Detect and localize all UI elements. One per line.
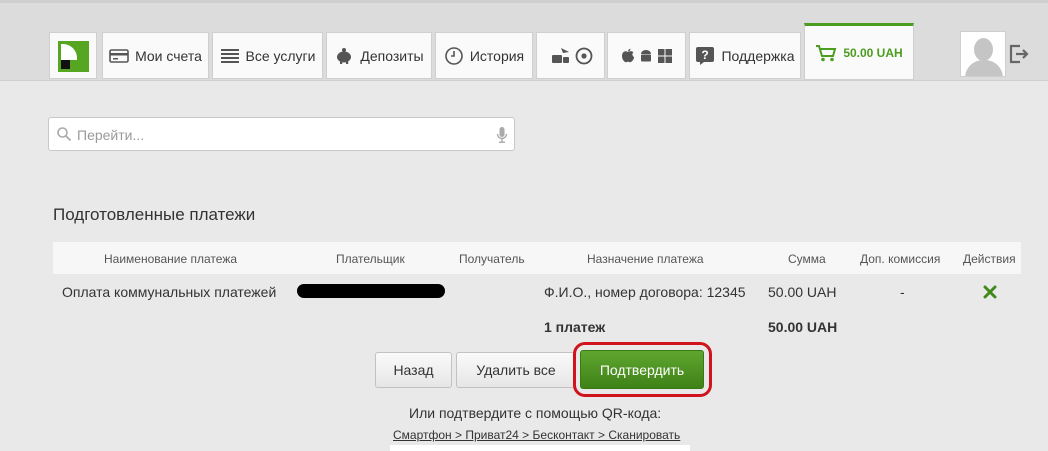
bottom-white-strip <box>390 445 690 451</box>
tab-all-services-label: Все услуги <box>245 47 316 64</box>
tab-travel[interactable] <box>536 32 605 79</box>
apple-icon <box>621 48 635 64</box>
payment-name-cell: Оплата коммунальных платежей <box>62 284 277 300</box>
list-icon <box>220 48 240 64</box>
tab-my-accounts[interactable]: Мои счета <box>102 32 209 79</box>
page-title: Подготовленные платежи <box>53 205 256 224</box>
search-input[interactable] <box>75 124 479 146</box>
top-navigation-bar: Мои счета Все услуги Депозиты История ? … <box>0 0 1048 81</box>
search-box[interactable] <box>48 117 515 151</box>
history-icon <box>444 46 464 66</box>
back-button[interactable]: Назад <box>375 352 452 388</box>
piggy-bank-icon <box>334 47 354 65</box>
help-question-icon: ? <box>695 46 715 66</box>
credit-card-icon <box>109 48 129 63</box>
search-icon <box>56 126 72 147</box>
football-icon <box>575 47 593 65</box>
android-icon <box>639 48 653 64</box>
column-header-payer: Плательщик <box>336 252 405 266</box>
column-header-payment-name: Наименование платежа <box>104 252 238 266</box>
top-border-line <box>0 0 1048 3</box>
delete-all-button[interactable]: Удалить все <box>456 352 576 388</box>
tab-mobile-apps[interactable] <box>607 32 686 79</box>
total-amount: 50.00 UAH <box>768 319 838 335</box>
delete-x-icon[interactable] <box>983 285 997 304</box>
avatar-head <box>974 38 993 61</box>
tab-history[interactable]: История <box>435 32 533 79</box>
table-header: Наименование платежа Плательщик Получате… <box>53 242 1021 274</box>
column-header-recipient: Получатель <box>459 252 525 266</box>
privatbank-logo[interactable] <box>49 32 97 79</box>
commission-cell: - <box>900 284 905 300</box>
highlight-circle-annotation <box>573 342 712 397</box>
column-header-commission: Доп. комиссия <box>860 252 941 266</box>
tab-support[interactable]: ? Поддержка <box>689 32 801 79</box>
payment-purpose-cell: Ф.И.О., номер договора: 12345 <box>544 284 746 300</box>
shopping-cart-icon <box>815 44 837 62</box>
tab-support-label: Поддержка <box>721 47 795 64</box>
payment-amount-cell: 50.00 UAH <box>768 284 837 300</box>
tab-history-label: История <box>469 47 525 64</box>
column-header-purpose: Назначение платежа <box>587 252 704 266</box>
cart-amount: 50.00 UAH <box>843 45 903 60</box>
logout-icon[interactable] <box>1008 43 1030 65</box>
total-count: 1 платеж <box>544 319 606 335</box>
redacted-payer-cell <box>297 284 445 298</box>
tab-all-services[interactable]: Все услуги <box>212 32 323 79</box>
qr-instruction-text: Или подтвердите с помощью QR-кода: <box>409 405 662 421</box>
avatar-body <box>965 60 1003 76</box>
tab-deposits-label: Депозиты <box>360 47 424 64</box>
svg-text:?: ? <box>702 48 709 62</box>
user-avatar[interactable] <box>960 31 1006 77</box>
qr-steps-link[interactable]: Смартфон > Приват24 > Бесконтакт > Скани… <box>393 428 680 442</box>
windows-icon <box>657 48 673 64</box>
column-header-amount: Сумма <box>788 252 826 266</box>
logo-black-square <box>61 60 70 69</box>
microphone-icon[interactable] <box>496 126 508 149</box>
train-icon <box>549 45 571 67</box>
tab-cart[interactable]: 50.00 UAH <box>804 23 914 80</box>
tab-my-accounts-label: Мои счета <box>135 47 202 64</box>
tab-deposits[interactable]: Депозиты <box>326 32 432 79</box>
column-header-actions: Действия <box>963 252 1016 266</box>
